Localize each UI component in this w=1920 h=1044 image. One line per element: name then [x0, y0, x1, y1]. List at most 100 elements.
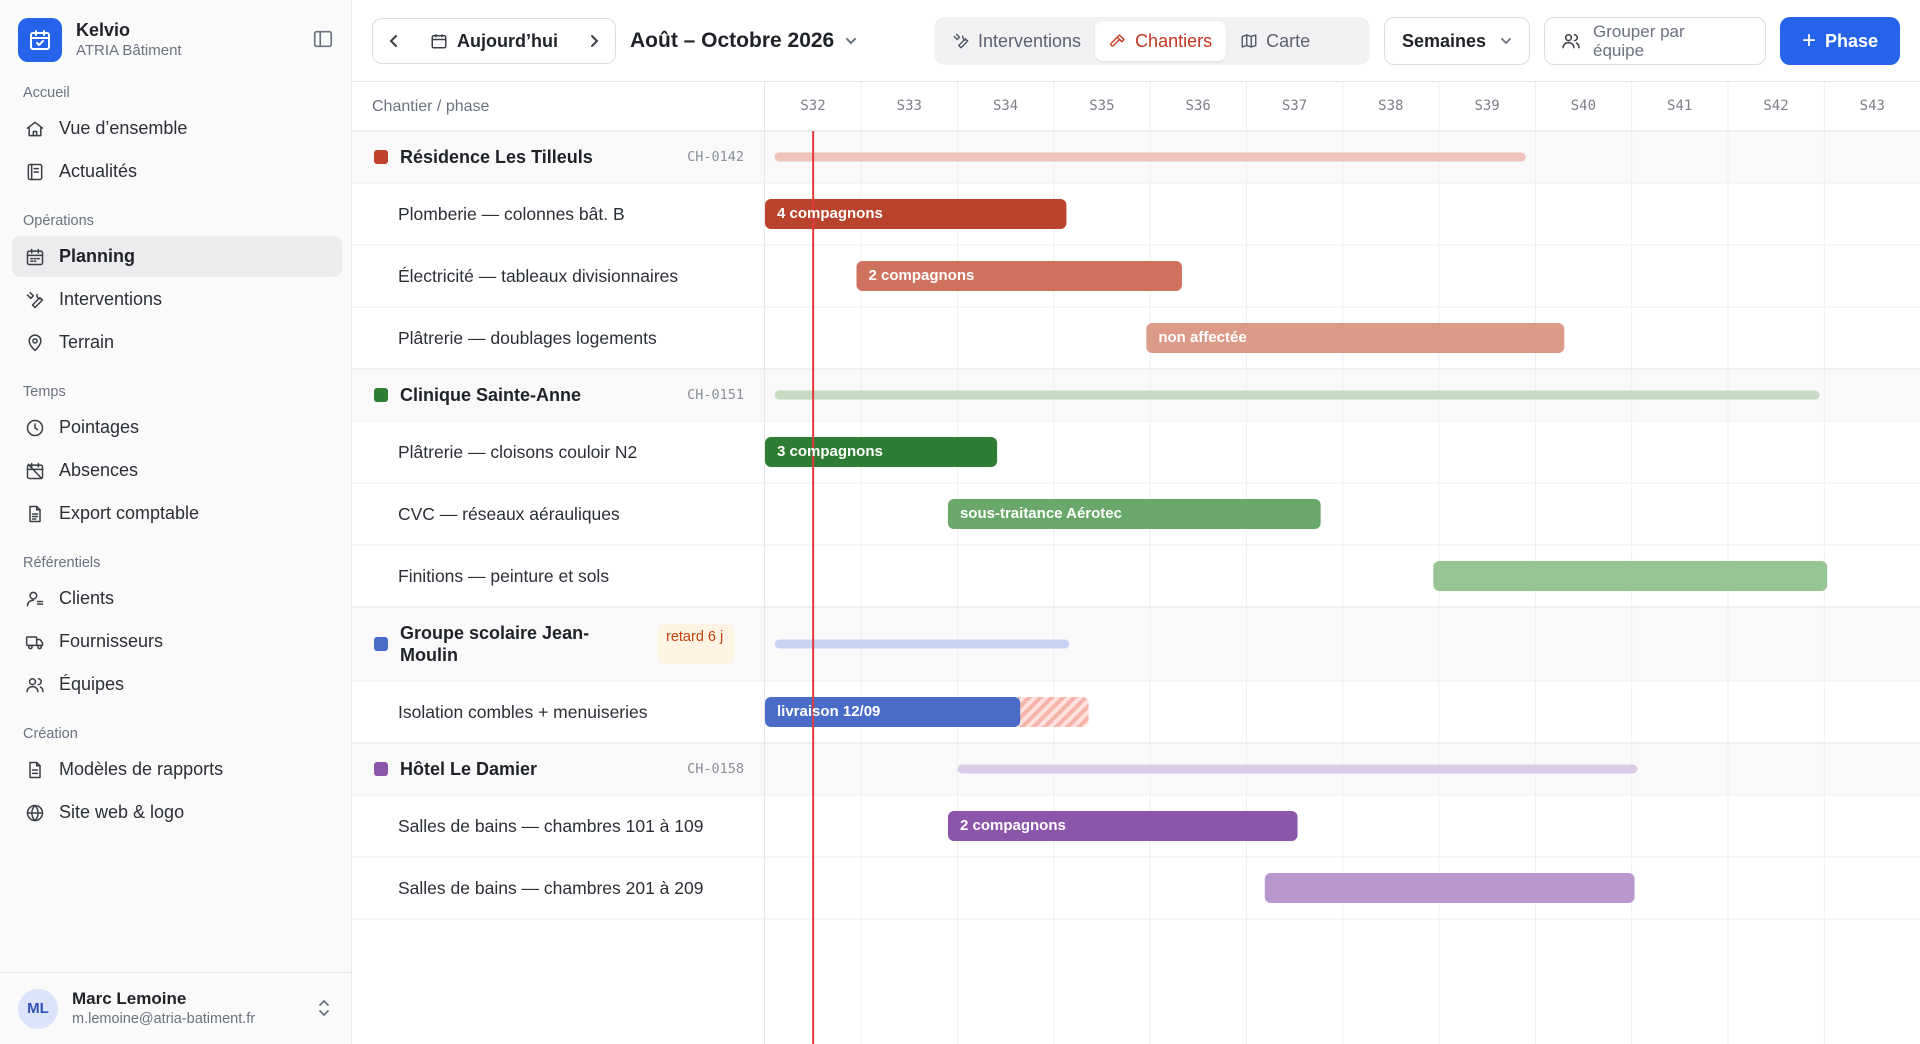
- sidebar-item-site-web-logo[interactable]: Site web & logo: [12, 792, 342, 833]
- project-color-dot: [374, 150, 388, 164]
- week-label: S35: [1089, 98, 1115, 114]
- globe-icon: [24, 802, 46, 824]
- project-summary-bar[interactable]: [774, 390, 1820, 400]
- news-icon: [24, 161, 46, 183]
- phase-bar[interactable]: [1433, 561, 1828, 591]
- project-summary-bar[interactable]: [957, 764, 1638, 774]
- clock-icon: [24, 417, 46, 439]
- phase-row-label[interactable]: CVC — réseaux aérauliques: [352, 483, 764, 545]
- sidebar-item-export-comptable[interactable]: Export comptable: [12, 493, 342, 534]
- phase-bar[interactable]: [765, 697, 1021, 727]
- chevron-down-icon: [1499, 34, 1513, 48]
- chevron-left-icon: [389, 35, 397, 47]
- previous-period-button[interactable]: [373, 19, 415, 63]
- sidebar-item-clients[interactable]: Clients: [12, 578, 342, 619]
- sidebar-item-fournisseurs[interactable]: Fournisseurs: [12, 621, 342, 662]
- sidebar-item-equipes[interactable]: Équipes: [12, 664, 342, 705]
- today-label: Aujourd’hui: [457, 30, 558, 51]
- gantt-chart: Chantier / phase S32 S33 S34 S35 S36 S37 S38 S3…: [352, 82, 1920, 1044]
- sidebar-item-label: Interventions: [59, 289, 163, 309]
- week-label: S32: [800, 98, 826, 114]
- next-period-button[interactable]: [573, 19, 615, 63]
- phase-bar[interactable]: [947, 499, 1321, 529]
- week-label: S36: [1185, 98, 1211, 114]
- week-label: S37: [1281, 98, 1308, 114]
- toolbar: Aujourd’hui Août – Octobre 2026 Interven…: [352, 0, 1920, 82]
- phase-row-label[interactable]: Électricité — tableaux divisionnaires: [352, 245, 764, 307]
- time-scale-value: Semaines: [1402, 30, 1487, 51]
- project-color-dot: [374, 762, 388, 776]
- sidebar-item-modeles-de-rapports[interactable]: Modèles de rapports: [12, 749, 342, 790]
- date-range-label: Août – Octobre 2026: [630, 29, 835, 52]
- file-text-icon: [24, 759, 46, 781]
- date-range-selector[interactable]: Août – Octobre 2026: [630, 18, 858, 64]
- tab-label: Chantiers: [1135, 30, 1213, 51]
- project-code: CH-0158: [687, 761, 744, 777]
- phase-row-label[interactable]: Salles de bains — chambres 101 à 109: [352, 795, 764, 857]
- phase-row-label[interactable]: Plâtrerie — cloisons couloir N2: [352, 421, 764, 483]
- phase-row-label[interactable]: Plomberie — colonnes bât. B: [352, 183, 764, 245]
- tab-chantiers[interactable]: Chantiers: [1095, 21, 1227, 61]
- sidebar-item-actualites[interactable]: Actualités: [12, 151, 342, 192]
- phase-name: CVC — réseaux aérauliques: [398, 503, 620, 524]
- phase-bar[interactable]: [765, 199, 1067, 229]
- project-row-label[interactable]: Clinique Sainte-Anne CH-0151: [352, 369, 764, 421]
- sidebar-item-label: Actualités: [59, 161, 138, 181]
- project-name: Clinique Sainte-Anne: [400, 384, 582, 405]
- brand[interactable]: Kelvio ATRIA Bâtiment: [18, 18, 182, 62]
- sidebar-item-terrain[interactable]: Terrain: [12, 322, 342, 363]
- brand-company: ATRIA Bâtiment: [76, 42, 182, 59]
- sidebar-item-label: Absences: [59, 460, 139, 480]
- phase-row-label[interactable]: Salles de bains — chambres 201 à 209: [352, 857, 764, 919]
- phase-row-label[interactable]: Isolation combles + menuiseries: [352, 681, 764, 743]
- sidebar-item-label: Terrain: [59, 332, 115, 352]
- calendar-off-icon: [24, 460, 46, 482]
- phase-row-label[interactable]: Plâtrerie — doublages logements: [352, 307, 764, 369]
- phase-bar[interactable]: [947, 811, 1298, 841]
- sidebar-item-interventions[interactable]: Interventions: [12, 279, 342, 320]
- today-button[interactable]: Aujourd’hui: [415, 31, 573, 52]
- phase-bar[interactable]: [856, 261, 1182, 291]
- sidebar-item-vue-d-ensemble[interactable]: Vue d’ensemble: [12, 108, 342, 149]
- tab-label: Carte: [1266, 30, 1311, 51]
- date-navigator: Aujourd’hui: [372, 18, 616, 64]
- project-code: CH-0142: [687, 149, 744, 165]
- sidebar-item-absences[interactable]: Absences: [12, 450, 342, 491]
- project-row-label[interactable]: Groupe scolaire Jean-Moulin retard 6 j: [352, 607, 764, 681]
- sidebar-toggle-icon[interactable]: [312, 28, 334, 50]
- plus-icon: +: [1801, 27, 1816, 54]
- tab-label: Interventions: [978, 30, 1082, 51]
- calendar-icon: [24, 246, 46, 268]
- project-summary-bar[interactable]: [774, 152, 1526, 162]
- phase-name: Finitions — peinture et sols: [398, 565, 610, 586]
- nav-group: Temps Pointages Absences Export comptable: [12, 381, 342, 534]
- sidebar-item-planning[interactable]: Planning: [12, 236, 342, 277]
- sidebar-item-pointages[interactable]: Pointages: [12, 407, 342, 448]
- user-menu[interactable]: ML Marc Lemoine m.lemoine@atria-batiment…: [0, 972, 352, 1044]
- wrench-icon: [952, 32, 970, 50]
- project-row-label[interactable]: Hôtel Le Damier CH-0158: [352, 743, 764, 795]
- week-label: S41: [1667, 98, 1693, 114]
- nav-section-heading: Accueil: [23, 85, 70, 101]
- tab-carte[interactable]: Carte: [1226, 21, 1324, 61]
- sidebar-item-label: Planning: [59, 246, 135, 266]
- phase-row-label[interactable]: Finitions — peinture et sols: [352, 545, 764, 607]
- group-by-team-button[interactable]: Grouper par équipe: [1544, 17, 1766, 65]
- project-row-label[interactable]: Résidence Les Tilleuls CH-0142: [352, 131, 764, 183]
- brand-name: Kelvio: [76, 20, 131, 40]
- sidebar-item-label: Pointages: [59, 417, 140, 437]
- user-email: m.lemoine@atria-batiment.fr: [72, 1011, 256, 1027]
- phase-bar[interactable]: [765, 437, 998, 467]
- phase-bar[interactable]: [1264, 873, 1635, 903]
- week-label: S39: [1474, 98, 1500, 114]
- phase-name: Salles de bains — chambres 201 à 209: [398, 877, 704, 898]
- phase-bar[interactable]: [1146, 323, 1565, 353]
- chevron-right-icon: [591, 35, 599, 47]
- project-summary-bar[interactable]: [774, 639, 1070, 649]
- nav-section-heading: Création: [23, 726, 78, 742]
- add-phase-button[interactable]: + Phase: [1780, 17, 1900, 65]
- tab-interventions[interactable]: Interventions: [938, 21, 1095, 61]
- add-phase-label: Phase: [1824, 30, 1879, 51]
- wrench-icon: [24, 289, 46, 311]
- time-scale-select[interactable]: Semaines: [1384, 17, 1530, 65]
